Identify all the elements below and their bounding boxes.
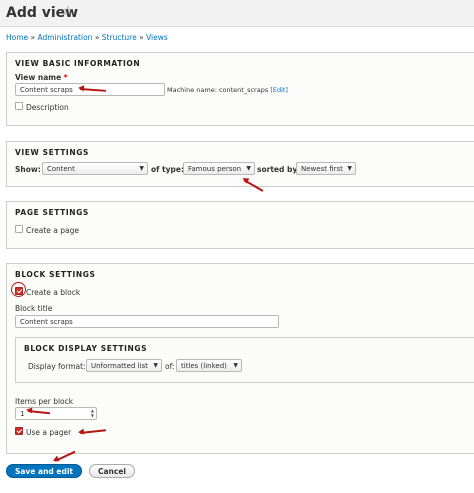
fieldset-legend: VIEW BASIC INFORMATION: [15, 59, 141, 68]
required-mark: *: [63, 73, 68, 82]
sorted-by-select[interactable]: Newest first ▼: [296, 162, 356, 175]
breadcrumb: Home » Administration » Structure » View…: [6, 33, 168, 42]
chevron-down-icon: ▼: [233, 362, 238, 369]
machine-name-edit-link[interactable]: [Edit]: [270, 86, 288, 94]
create-page-checkbox[interactable]: [15, 225, 23, 233]
breadcrumb-separator: »: [94, 33, 100, 42]
block-title-label: Block title: [15, 304, 53, 313]
block-settings-fieldset: BLOCK SETTINGS Create a block Block titl…: [6, 263, 474, 454]
block-display-settings-fieldset: BLOCK DISPLAY SETTINGS Display format: U…: [15, 337, 474, 383]
items-per-block-label: Items per block: [15, 397, 74, 406]
of-label: of:: [165, 362, 175, 371]
description-checkbox[interactable]: [15, 102, 23, 110]
description-label: Description: [26, 103, 69, 112]
spinner-arrows-icon[interactable]: ▲ ▼: [91, 408, 94, 418]
page-header: Add view ☆: [0, 0, 474, 27]
machine-name-text: Machine name: content_scraps [Edit]: [167, 86, 288, 94]
show-label: Show:: [15, 165, 41, 174]
annotation-circle-icon: [11, 282, 26, 297]
page-settings-fieldset: PAGE SETTINGS Create a page: [6, 201, 474, 249]
chevron-down-icon: ▼: [139, 165, 144, 172]
display-format-select[interactable]: Unformatted list ▼: [86, 359, 162, 372]
chevron-down-icon: ▼: [347, 165, 352, 172]
fieldset-legend: VIEW SETTINGS: [15, 148, 89, 157]
breadcrumb-separator: »: [139, 33, 144, 42]
breadcrumb-administration[interactable]: Administration: [38, 33, 93, 42]
use-pager-checkbox[interactable]: [15, 427, 23, 435]
breadcrumb-home[interactable]: Home: [6, 33, 28, 42]
use-pager-label: Use a pager: [26, 428, 72, 437]
view-basic-information-fieldset: VIEW BASIC INFORMATION View name * Conte…: [6, 52, 474, 126]
block-title-input[interactable]: Content scraps: [15, 315, 279, 328]
show-select[interactable]: Content ▼: [42, 162, 148, 175]
breadcrumb-structure[interactable]: Structure: [102, 33, 137, 42]
of-type-label: of type:: [151, 165, 184, 174]
fieldset-legend: BLOCK DISPLAY SETTINGS: [24, 344, 148, 353]
create-page-label: Create a page: [26, 226, 80, 235]
sorted-by-label: sorted by:: [257, 165, 301, 174]
star-icon[interactable]: ☆: [62, 4, 74, 19]
of-type-select[interactable]: Famous person ▼: [183, 162, 255, 175]
display-of-select[interactable]: titles (linked) ▼: [176, 359, 242, 372]
breadcrumb-views[interactable]: Views: [146, 33, 168, 42]
display-format-label: Display format:: [28, 362, 86, 371]
chevron-down-icon: ▼: [246, 165, 251, 172]
chevron-down-icon: ▼: [153, 362, 158, 369]
fieldset-legend: BLOCK SETTINGS: [15, 270, 96, 279]
fieldset-legend: PAGE SETTINGS: [15, 208, 89, 217]
create-block-label: Create a block: [26, 288, 81, 297]
save-and-edit-button[interactable]: Save and edit: [6, 464, 82, 478]
cancel-button[interactable]: Cancel: [89, 464, 135, 478]
view-name-label: View name *: [15, 73, 68, 82]
breadcrumb-separator: »: [30, 33, 36, 42]
